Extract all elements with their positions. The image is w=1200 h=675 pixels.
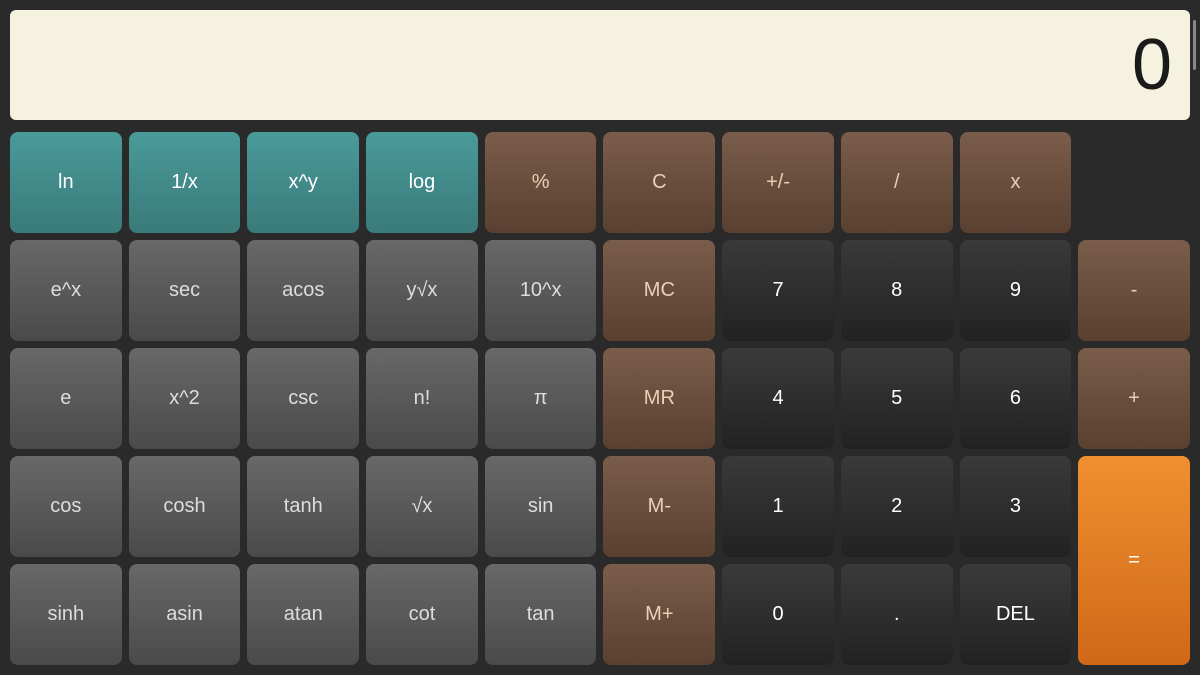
btn-10x[interactable]: 10^x [485,240,597,341]
btn-mminus[interactable]: M- [603,456,715,557]
btn-log[interactable]: log [366,132,478,233]
btn-clear[interactable]: C [603,132,715,233]
btn-mc[interactable]: MC [603,240,715,341]
btn-decimal[interactable]: . [841,564,953,665]
btn-sin[interactable]: sin [485,456,597,557]
btn-mplus[interactable]: M+ [603,564,715,665]
btn-percent[interactable]: % [485,132,597,233]
btn-del[interactable]: DEL [960,564,1072,665]
btn-cos[interactable]: cos [10,456,122,557]
btn-sinh[interactable]: sinh [10,564,122,665]
btn-atan[interactable]: atan [247,564,359,665]
buttons-grid: ln1/xx^ylog%C+/-/x e^xsecacosy√x10^xMC789… [10,132,1190,665]
calculator: 0 ln1/xx^ylog%C+/-/x e^xsecacosy√x10^xMC7… [0,0,1200,675]
btn-subtract[interactable]: - [1078,240,1190,341]
btn-0[interactable]: 0 [722,564,834,665]
display: 0 [10,10,1190,120]
btn-xpowy[interactable]: x^y [247,132,359,233]
btn-reciprocal[interactable]: 1/x [129,132,241,233]
btn-cot[interactable]: cot [366,564,478,665]
scrollbar[interactable] [1193,20,1196,70]
btn-acos[interactable]: acos [247,240,359,341]
display-value: 0 [1132,24,1170,106]
btn-mr[interactable]: MR [603,348,715,449]
btn-ex[interactable]: e^x [10,240,122,341]
btn-cosh[interactable]: cosh [129,456,241,557]
btn-tanh[interactable]: tanh [247,456,359,557]
btn-add[interactable]: + [1078,348,1190,449]
btn-multiply[interactable]: x [960,132,1072,233]
btn-pi[interactable]: π [485,348,597,449]
btn-2[interactable]: 2 [841,456,953,557]
btn-plusminus[interactable]: +/- [722,132,834,233]
btn-3[interactable]: 3 [960,456,1072,557]
btn-9[interactable]: 9 [960,240,1072,341]
btn-yrootx[interactable]: y√x [366,240,478,341]
btn-6[interactable]: 6 [960,348,1072,449]
btn-sqrt[interactable]: √x [366,456,478,557]
btn-asin[interactable]: asin [129,564,241,665]
btn-8[interactable]: 8 [841,240,953,341]
btn-sec[interactable]: sec [129,240,241,341]
btn-factorial[interactable]: n! [366,348,478,449]
btn-e[interactable]: e [10,348,122,449]
btn-7[interactable]: 7 [722,240,834,341]
btn-equals[interactable]: = [1078,456,1190,665]
btn-ln[interactable]: ln [10,132,122,233]
btn-4[interactable]: 4 [722,348,834,449]
btn-tan[interactable]: tan [485,564,597,665]
btn-xsquared[interactable]: x^2 [129,348,241,449]
btn-csc[interactable]: csc [247,348,359,449]
btn-1[interactable]: 1 [722,456,834,557]
btn-5[interactable]: 5 [841,348,953,449]
btn-divide[interactable]: / [841,132,953,233]
